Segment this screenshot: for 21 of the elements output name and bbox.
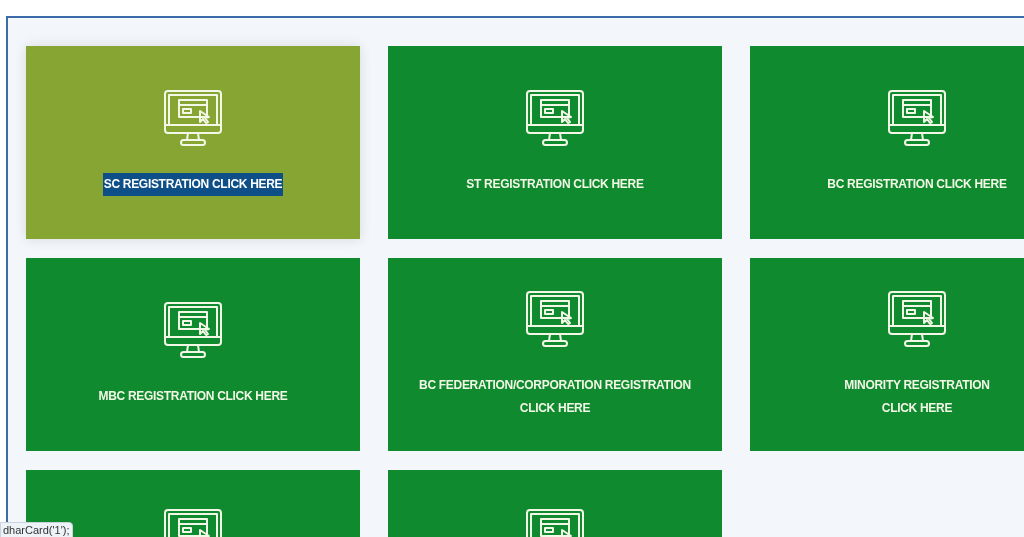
registration-card[interactable]: ST REGISTRATION CLICK HERE bbox=[388, 46, 722, 239]
monitor-icon bbox=[525, 89, 585, 149]
registration-card[interactable]: BC REGISTRATION CLICK HERE bbox=[750, 46, 1024, 239]
monitor-icon bbox=[887, 289, 947, 350]
monitor-icon bbox=[887, 89, 947, 149]
registration-card[interactable]: SC REGISTRATION CLICK HERE bbox=[26, 46, 360, 239]
card-label: MBC REGISTRATION CLICK HERE bbox=[97, 388, 289, 405]
monitor-icon bbox=[525, 289, 585, 350]
status-tooltip: dharCard('1'); bbox=[0, 522, 73, 537]
card-label: CLICK HERE bbox=[518, 399, 592, 417]
card-label: BC FEDERATION/CORPORATION REGISTRATION bbox=[418, 376, 692, 394]
monitor-icon bbox=[163, 89, 223, 149]
card-label: SC REGISTRATION CLICK HERE bbox=[102, 173, 284, 196]
card-label: MINORITY REGISTRATION bbox=[843, 376, 991, 394]
registration-card[interactable]: MBC REGISTRATION CLICK HERE bbox=[26, 258, 360, 451]
registration-card[interactable]: BC FEDERATION/CORPORATION REGISTRATION CLICK HERE bbox=[388, 258, 722, 451]
registration-card[interactable]: MINORITY REGISTRATION CLICK HERE bbox=[750, 258, 1024, 451]
card-label: ST REGISTRATION CLICK HERE bbox=[465, 176, 645, 193]
monitor-icon bbox=[163, 301, 223, 361]
card-label: BC REGISTRATION CLICK HERE bbox=[826, 176, 1008, 193]
card-label: CLICK HERE bbox=[880, 399, 954, 417]
